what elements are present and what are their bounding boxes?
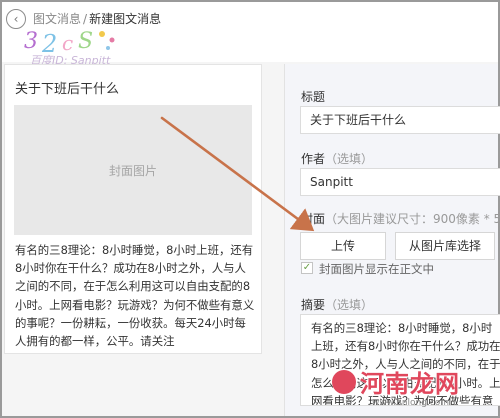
watermark-logo-icon <box>332 370 356 394</box>
show-cover-label: 封面图片显示在正文中 <box>319 262 434 276</box>
cover-label-text: 封面 <box>301 212 326 226</box>
title-label: 标题 <box>301 90 326 104</box>
cover-image-placeholder: 封面图片 <box>14 105 252 235</box>
summary-hint: （选填） <box>325 298 374 312</box>
summary-label-text: 摘要 <box>301 298 326 312</box>
svg-text:S: S <box>78 29 93 54</box>
preview-digest: 有名的三8理论：8小时睡觉，8小时上班，还有8小时你在干什么？成功在8小时之外，… <box>15 243 255 349</box>
choose-from-library-button[interactable]: 从图片库选择 <box>395 232 495 260</box>
show-cover-checkbox[interactable]: ✓ <box>301 262 313 274</box>
check-icon: ✓ <box>302 262 312 273</box>
watermark-text: 河南龙网 <box>360 370 460 398</box>
cover-hint: （大图片建议尺寸：900像素 * 500 <box>325 212 500 226</box>
svg-text:3: 3 <box>24 29 38 54</box>
cover-label: 封面（大图片建议尺寸：900像素 * 500 <box>301 210 500 227</box>
preview-title: 关于下班后干什么 <box>15 82 120 97</box>
author-label-text: 作者 <box>301 152 326 166</box>
title-input[interactable]: 关于下班后干什么 <box>300 106 500 134</box>
header-bar: ‹ 图文消息 / 新建图文消息 3 2 c S 百度ID: Sanpitt <box>2 2 498 67</box>
author-label: 作者（选填） <box>301 150 373 167</box>
article-preview-card[interactable]: 关于下班后干什么 封面图片 有名的三8理论：8小时睡觉，8小时上班，还有8小时你… <box>4 64 262 354</box>
watermark-url: www.hnlong.com <box>372 398 450 408</box>
upload-button[interactable]: 上传 <box>300 232 386 260</box>
author-hint: （选填） <box>325 152 374 166</box>
author-input[interactable]: Sanpitt <box>300 168 500 196</box>
summary-label: 摘要（选填） <box>301 296 373 313</box>
cover-placeholder-text: 封面图片 <box>108 163 157 178</box>
